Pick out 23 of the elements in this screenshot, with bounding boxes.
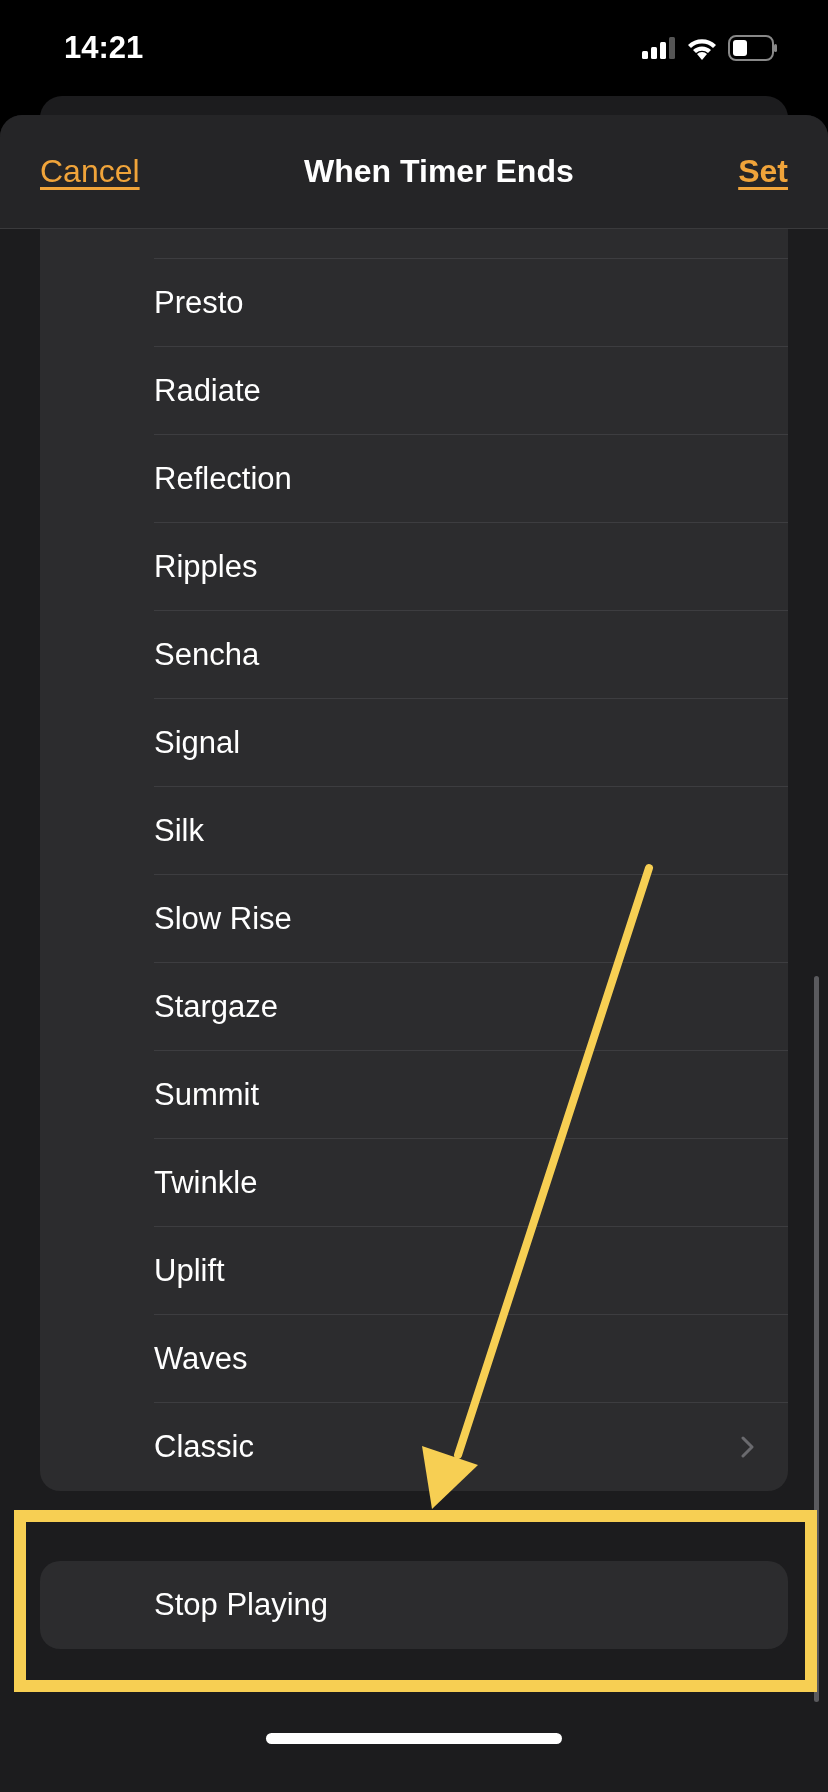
- cancel-button[interactable]: Cancel: [40, 153, 140, 190]
- sound-row[interactable]: Reflection: [154, 435, 788, 523]
- battery-icon: [728, 35, 778, 61]
- wifi-icon: [686, 36, 718, 60]
- sound-row[interactable]: Summit: [154, 1051, 788, 1139]
- sound-row[interactable]: Sencha: [154, 611, 788, 699]
- sound-row[interactable]: Waves: [154, 1315, 788, 1403]
- sound-row[interactable]: Presto: [154, 259, 788, 347]
- sound-row[interactable]: Twinkle: [154, 1139, 788, 1227]
- status-time: 14:21: [64, 30, 144, 66]
- sound-row[interactable]: Stargaze: [154, 963, 788, 1051]
- sound-row[interactable]: Signal: [154, 699, 788, 787]
- sound-row[interactable]: Slow Rise: [154, 875, 788, 963]
- sound-row[interactable]: Radiate: [154, 347, 788, 435]
- sheet-title: When Timer Ends: [304, 153, 574, 190]
- sound-row[interactable]: Ripples: [154, 523, 788, 611]
- stop-playing-option[interactable]: Stop Playing: [40, 1561, 788, 1649]
- sound-row[interactable]: Classic: [154, 1403, 788, 1491]
- set-button[interactable]: Set: [738, 153, 788, 190]
- sound-row[interactable]: Silk: [154, 787, 788, 875]
- signal-icon: [642, 37, 676, 59]
- sound-row[interactable]: Uplift: [154, 1227, 788, 1315]
- chevron-icon: [741, 1436, 754, 1458]
